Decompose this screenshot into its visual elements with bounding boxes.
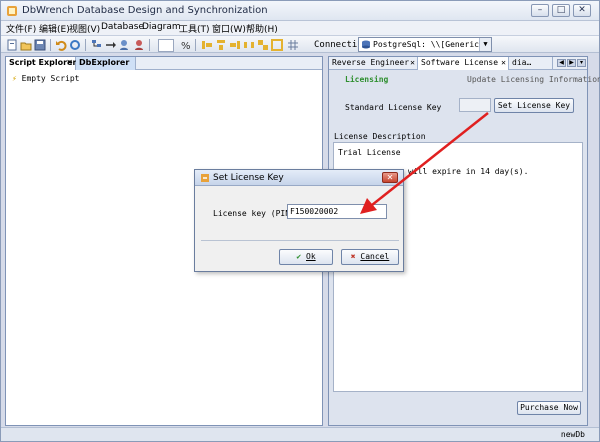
- connection-dropdown[interactable]: PostgreSql: \\[Generic]\ ▼: [358, 37, 492, 52]
- tab-script-explorer[interactable]: Script Explorer ✕: [6, 57, 76, 70]
- tab-scroll-right-icon[interactable]: ▶: [567, 59, 576, 67]
- window-title: DbWrench Database Design and Synchroniza…: [22, 5, 268, 16]
- menu-help[interactable]: 帮助(H): [246, 22, 278, 35]
- cancel-x-icon: ✖: [350, 252, 356, 261]
- align-right-icon[interactable]: [229, 39, 241, 51]
- menu-bar: 文件(F) 编辑(E) 视图(V) Database Diagram 工具(T)…: [1, 21, 599, 35]
- open-folder-icon[interactable]: [20, 39, 32, 51]
- minimize-button[interactable]: –: [531, 4, 549, 17]
- tab-scroll-left-icon[interactable]: ◀: [557, 59, 566, 67]
- tab-label: dia…: [512, 58, 532, 67]
- menu-diagram[interactable]: Diagram: [142, 22, 181, 32]
- user-search-icon[interactable]: [119, 39, 131, 51]
- ok-label: Ok: [306, 252, 316, 261]
- connector-icon[interactable]: [105, 39, 117, 51]
- toolbar-separator: [85, 39, 86, 51]
- cancel-label: Cancel: [360, 252, 390, 261]
- maximize-button[interactable]: □: [552, 4, 570, 17]
- tab-label: Reverse Engineer: [332, 58, 410, 67]
- toolbar-separator: [195, 39, 196, 51]
- app-icon: [7, 6, 17, 16]
- tree-icon[interactable]: [91, 39, 103, 51]
- toolbar-separator: [50, 39, 51, 51]
- ok-button[interactable]: ✔ Ok: [279, 249, 333, 265]
- script-item-label: Empty Script: [21, 74, 80, 83]
- description-line-1: Trial License: [338, 148, 401, 157]
- purchase-now-button[interactable]: Purchase Now: [517, 401, 581, 415]
- close-tab-icon[interactable]: ✕: [410, 57, 415, 69]
- align-left-icon[interactable]: [201, 39, 213, 51]
- close-tab-icon[interactable]: ✕: [501, 57, 506, 69]
- license-key-pin-label: License key (PIN): [213, 209, 295, 218]
- tab-reverse-engineer[interactable]: Reverse Engineer ✕: [329, 57, 418, 70]
- standard-license-key-label: Standard License Key: [345, 103, 442, 112]
- percent-icon[interactable]: %: [179, 39, 191, 51]
- dropdown-arrow-icon[interactable]: ▼: [479, 38, 491, 51]
- menu-tools[interactable]: 工具(T): [179, 22, 210, 35]
- tab-software-license[interactable]: Software License ✕: [418, 57, 509, 70]
- zoom-box[interactable]: [158, 39, 174, 52]
- align-center-icon[interactable]: [215, 39, 227, 51]
- close-window-button[interactable]: ✕: [573, 4, 591, 17]
- menu-database[interactable]: Database: [101, 22, 144, 32]
- close-tab-icon[interactable]: ✕: [66, 57, 73, 69]
- status-text: newDb: [560, 430, 585, 439]
- licensing-tab[interactable]: Licensing: [345, 75, 388, 84]
- status-bar: newDb: [1, 427, 599, 441]
- script-tree-item[interactable]: ⚡ Empty Script: [12, 74, 79, 83]
- description-line-2: will expire in 14 day(s).: [408, 167, 529, 176]
- refresh-icon[interactable]: [69, 39, 81, 51]
- distribute-icon[interactable]: [243, 39, 255, 51]
- menu-window[interactable]: 窗口(W): [212, 22, 246, 35]
- layout-icon[interactable]: [271, 39, 283, 51]
- toolbar: % Connection: PostgreSql: \\[Generic]\ ▼: [1, 35, 599, 53]
- dialog-icon: [201, 174, 209, 182]
- tab-dbexplorer[interactable]: DbExplorer: [76, 57, 136, 70]
- left-tabstrip: Script Explorer ✕ DbExplorer: [6, 57, 322, 70]
- right-tabstrip: Reverse Engineer ✕ Software License ✕ di…: [329, 57, 587, 70]
- save-icon[interactable]: [34, 39, 46, 51]
- standard-license-key-field[interactable]: [459, 98, 491, 112]
- dialog-title-bar: Set License Key ✕: [195, 170, 403, 186]
- menu-view[interactable]: 视图(V): [69, 22, 100, 35]
- check-icon: ✔: [296, 252, 302, 261]
- arrange-icon[interactable]: [257, 39, 269, 51]
- tab-diagram[interactable]: dia…: [509, 57, 553, 70]
- set-license-key-dialog: Set License Key ✕ License key (PIN) F150…: [194, 169, 404, 272]
- database-icon: [362, 40, 370, 49]
- cancel-button[interactable]: ✖ Cancel: [341, 249, 399, 265]
- license-key-pin-input[interactable]: F150020002: [287, 204, 387, 219]
- tab-label: Software License: [421, 58, 499, 67]
- dialog-title: Set License Key: [213, 173, 284, 183]
- tab-list-icon[interactable]: ▾: [577, 59, 586, 67]
- new-file-icon[interactable]: [6, 39, 18, 51]
- tab-label: DbExplorer: [79, 58, 130, 67]
- toolbar-separator: [149, 39, 150, 51]
- set-license-key-button[interactable]: Set License Key: [494, 98, 574, 113]
- grid-icon[interactable]: [287, 39, 299, 51]
- title-bar: DbWrench Database Design and Synchroniza…: [1, 1, 599, 21]
- connection-value: PostgreSql: \\[Generic]\: [373, 40, 489, 49]
- menu-file[interactable]: 文件(F): [6, 22, 36, 35]
- user-icon[interactable]: [133, 39, 145, 51]
- undo-icon[interactable]: [55, 39, 67, 51]
- update-licensing-tab[interactable]: Update Licensing Information: [467, 75, 600, 84]
- svg-text:%: %: [181, 41, 191, 51]
- dialog-close-button[interactable]: ✕: [382, 172, 398, 183]
- dialog-divider: [201, 240, 399, 241]
- script-icon: ⚡: [12, 74, 17, 83]
- menu-edit[interactable]: 编辑(E): [39, 22, 70, 35]
- license-description-label: License Description: [334, 132, 426, 141]
